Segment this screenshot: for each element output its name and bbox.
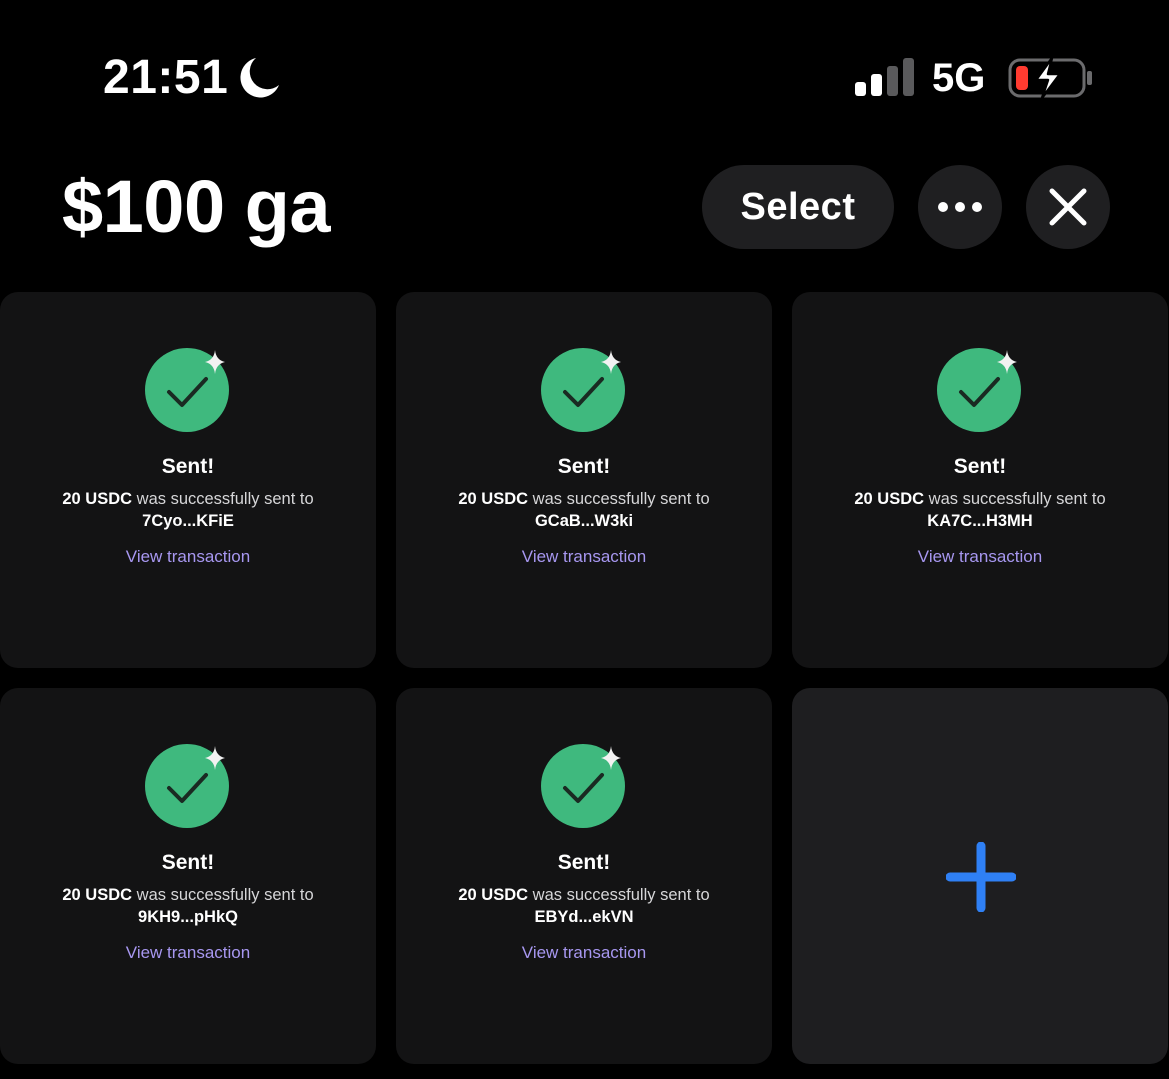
card-title: Sent! — [953, 455, 1007, 478]
battery-charging-icon — [1008, 56, 1092, 100]
view-transaction-link[interactable]: View transaction — [792, 546, 1168, 568]
network-type: 5G — [932, 56, 986, 100]
view-transaction-link[interactable]: View transaction — [396, 546, 772, 568]
close-button[interactable] — [1026, 165, 1110, 249]
view-transaction-link[interactable]: View transaction — [396, 942, 772, 964]
recipient-address: 9KH9...pHkQ — [138, 908, 238, 926]
transaction-card[interactable]: Sent! 20 USDC was successfully sent to G… — [396, 292, 772, 668]
add-tile[interactable] — [792, 688, 1168, 1064]
card-message: 20 USDC was successfully sent to 7Cyo...… — [0, 488, 376, 532]
more-options-button[interactable] — [918, 165, 1002, 249]
card-title: Sent! — [161, 851, 215, 874]
card-title: Sent! — [557, 851, 611, 874]
card-amount: 20 USDC — [458, 490, 529, 508]
transaction-card[interactable]: Sent! 20 USDC was successfully sent to 9… — [0, 688, 376, 1064]
card-message-text: was successfully sent to — [528, 490, 710, 508]
check-circle-icon — [541, 744, 625, 828]
card-message: 20 USDC was successfully sent to GCaB...… — [396, 488, 772, 532]
recipient-address: EBYd...ekVN — [534, 908, 634, 926]
card-message-text: was successfully sent to — [924, 490, 1106, 508]
card-title: Sent! — [161, 455, 215, 478]
card-message-text: was successfully sent to — [132, 886, 314, 904]
card-message: 20 USDC was successfully sent to EBYd...… — [396, 884, 772, 928]
plus-icon — [946, 842, 1016, 912]
transaction-card[interactable]: Sent! 20 USDC was successfully sent to E… — [396, 688, 772, 1064]
status-bar: 21:51 5G — [0, 0, 1169, 150]
recipient-address: KA7C...H3MH — [927, 512, 1033, 530]
close-icon — [1049, 188, 1087, 226]
moon-icon — [240, 58, 279, 98]
page-title: $100 ga — [62, 165, 331, 248]
card-amount: 20 USDC — [62, 886, 133, 904]
card-title: Sent! — [557, 455, 611, 478]
card-message: 20 USDC was successfully sent to KA7C...… — [792, 488, 1168, 532]
check-circle-icon — [541, 348, 625, 432]
check-circle-icon — [937, 348, 1021, 432]
transaction-card[interactable]: Sent! 20 USDC was successfully sent to K… — [792, 292, 1168, 668]
card-amount: 20 USDC — [62, 490, 133, 508]
check-circle-icon — [145, 348, 229, 432]
check-circle-icon — [145, 744, 229, 828]
card-message-text: was successfully sent to — [132, 490, 314, 508]
recipient-address: GCaB...W3ki — [534, 512, 634, 530]
card-amount: 20 USDC — [854, 490, 925, 508]
card-amount: 20 USDC — [458, 886, 529, 904]
recipient-address: 7Cyo...KFiE — [142, 512, 234, 530]
view-transaction-link[interactable]: View transaction — [0, 546, 376, 568]
ellipsis-icon — [938, 202, 982, 212]
status-time: 21:51 — [103, 51, 229, 104]
card-message: 20 USDC was successfully sent to 9KH9...… — [0, 884, 376, 928]
select-button[interactable]: Select — [702, 165, 894, 249]
cellular-signal-icon — [855, 58, 914, 96]
transaction-card[interactable]: Sent! 20 USDC was successfully sent to 7… — [0, 292, 376, 668]
view-transaction-link[interactable]: View transaction — [0, 942, 376, 964]
card-message-text: was successfully sent to — [528, 886, 710, 904]
